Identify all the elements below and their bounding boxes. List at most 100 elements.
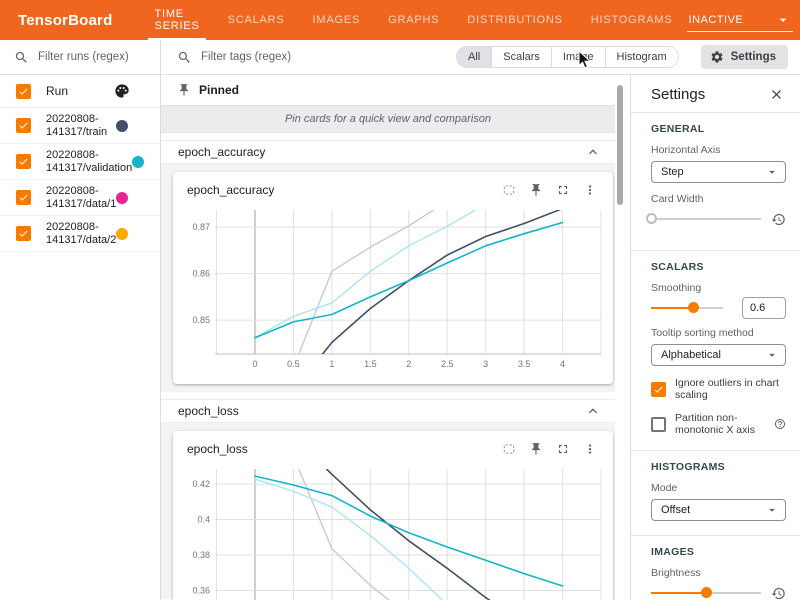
brightness-slider-row xyxy=(651,584,786,600)
reload-status-select[interactable]: INACTIVE xyxy=(687,9,793,32)
settings-section-scalars: SCALARS Smoothing Tooltip sorting method… xyxy=(631,251,800,450)
fit-to-data-icon xyxy=(502,442,516,456)
check-icon xyxy=(18,228,29,239)
run-color-dot xyxy=(116,192,128,204)
chevron-down-icon xyxy=(765,165,779,179)
chevron-down-icon xyxy=(765,503,779,517)
pin-card-button[interactable] xyxy=(522,181,549,199)
chip-histogram[interactable]: Histogram xyxy=(606,47,678,67)
chip-scalars[interactable]: Scalars xyxy=(492,47,552,67)
tab-images[interactable]: IMAGES xyxy=(299,0,375,40)
chevron-up-icon xyxy=(585,144,601,160)
select-all-runs-checkbox[interactable] xyxy=(16,84,31,99)
epoch-accuracy-line-chart[interactable]: 0.850.860.8700.511.522.533.54 xyxy=(177,208,609,378)
fullscreen-button[interactable] xyxy=(549,440,576,458)
header-actions: INACTIVE xyxy=(687,7,800,33)
run-row-data-1: 20220808-141317/data/1 xyxy=(0,180,160,216)
settings-panel: Settings GENERAL Horizontal Axis Step Ca… xyxy=(630,75,800,600)
check-icon xyxy=(18,192,29,203)
epoch-accuracy-zone: epoch_accuracy 0.850.860.8700.511.522.53… xyxy=(161,164,615,392)
pinned-empty-state: Pin cards for a quick view and compariso… xyxy=(161,105,615,133)
slider-knob[interactable] xyxy=(646,213,657,224)
run-label: 20220808-141317/data/1 xyxy=(46,185,116,211)
pin-icon xyxy=(529,442,543,456)
chevron-down-icon xyxy=(765,348,779,362)
slider-knob[interactable] xyxy=(701,587,712,598)
card-width-slider[interactable] xyxy=(651,218,761,220)
tooltip-sorting-dropdown[interactable]: Alphabetical xyxy=(651,344,786,366)
ignore-outliers-row: Ignore outliers in chart scaling xyxy=(651,377,786,401)
run-checkbox[interactable] xyxy=(16,226,31,241)
more-options-icon xyxy=(583,442,597,456)
status-value: INACTIVE xyxy=(689,14,775,26)
chip-all[interactable]: All xyxy=(457,47,492,67)
card-width-slider-row xyxy=(651,210,786,228)
reset-icon[interactable] xyxy=(771,586,786,600)
ignore-outliers-checkbox[interactable] xyxy=(651,382,666,397)
run-checkbox[interactable] xyxy=(16,118,31,133)
chevron-up-icon xyxy=(585,403,601,419)
svg-text:1.5: 1.5 xyxy=(364,359,377,369)
section-header-epoch-accuracy[interactable]: epoch_accuracy xyxy=(161,140,615,164)
pin-card-button[interactable] xyxy=(522,440,549,458)
smoothing-slider[interactable] xyxy=(651,307,723,309)
svg-text:0.42: 0.42 xyxy=(192,479,210,489)
section-header-epoch-loss[interactable]: epoch_loss xyxy=(161,399,615,423)
reset-icon[interactable] xyxy=(771,212,786,227)
settings-section-general: GENERAL Horizontal Axis Step Card Width xyxy=(631,113,800,250)
svg-text:0.36: 0.36 xyxy=(192,585,210,595)
horizontal-axis-dropdown[interactable]: Step xyxy=(651,161,786,183)
filter-tags-input[interactable] xyxy=(201,51,456,63)
tab-distributions[interactable]: DISTRIBUTIONS xyxy=(453,0,576,40)
settings-panel-header: Settings xyxy=(631,75,800,112)
chevron-down-icon xyxy=(775,12,791,28)
settings-gear-icon xyxy=(710,50,724,64)
card-toolbar xyxy=(495,440,603,458)
settings-panel-toggle-button[interactable]: Settings xyxy=(701,45,788,69)
tensorboard-app: TensorBoard TIME SERIES SCALARS IMAGES G… xyxy=(0,0,800,600)
more-options-button[interactable] xyxy=(576,440,603,458)
run-checkbox[interactable] xyxy=(16,154,31,169)
pin-icon xyxy=(529,183,543,197)
runs-header-row: Run xyxy=(0,75,160,108)
more-options-button[interactable] xyxy=(576,181,603,199)
tab-histograms[interactable]: HISTOGRAMS xyxy=(577,0,687,40)
svg-text:3.5: 3.5 xyxy=(518,359,531,369)
svg-text:0.38: 0.38 xyxy=(192,550,210,560)
run-row-data-2: 20220808-141317/data/2 xyxy=(0,216,160,252)
card-title: epoch_loss xyxy=(187,442,495,456)
tab-time-series[interactable]: TIME SERIES xyxy=(140,0,213,40)
slider-knob[interactable] xyxy=(688,302,699,313)
svg-text:2.5: 2.5 xyxy=(441,359,454,369)
app-logo: TensorBoard xyxy=(18,12,112,29)
run-color-dot xyxy=(132,156,144,168)
epoch-loss-line-chart[interactable]: 0.360.380.40.4200.511.522.533.54 xyxy=(177,467,609,600)
svg-text:0.85: 0.85 xyxy=(192,315,210,325)
check-icon xyxy=(18,120,29,131)
pinned-section-header: Pinned xyxy=(161,75,615,105)
run-checkbox[interactable] xyxy=(16,190,31,205)
scrollbar-thumb[interactable] xyxy=(617,85,623,205)
cards-scroll-area: Pinned Pin cards for a quick view and co… xyxy=(161,75,615,600)
brightness-slider[interactable] xyxy=(651,592,761,594)
run-row-train: 20220808-141317/train xyxy=(0,108,160,144)
fullscreen-button[interactable] xyxy=(549,181,576,199)
filter-runs-input[interactable] xyxy=(38,51,150,63)
tab-graphs[interactable]: GRAPHS xyxy=(374,0,453,40)
pin-icon xyxy=(177,83,191,97)
histogram-mode-dropdown[interactable]: Offset xyxy=(651,499,786,521)
close-icon[interactable] xyxy=(769,87,784,102)
settings-panel-title: Settings xyxy=(651,86,769,103)
fit-to-data-button[interactable] xyxy=(495,440,522,458)
partition-x-axis-checkbox[interactable] xyxy=(651,417,666,432)
chip-image[interactable]: Image xyxy=(552,47,606,67)
help-icon[interactable] xyxy=(774,418,786,430)
tab-scalars[interactable]: SCALARS xyxy=(214,0,299,40)
palette-icon xyxy=(114,83,130,99)
tags-toolbar: All Scalars Image Histogram Settings xyxy=(161,40,800,75)
fit-to-data-button[interactable] xyxy=(495,181,522,199)
smoothing-value-input[interactable] xyxy=(742,297,786,319)
vertical-scrollbar xyxy=(616,75,624,600)
svg-text:4: 4 xyxy=(560,359,565,369)
card-header: epoch_loss xyxy=(173,431,613,458)
